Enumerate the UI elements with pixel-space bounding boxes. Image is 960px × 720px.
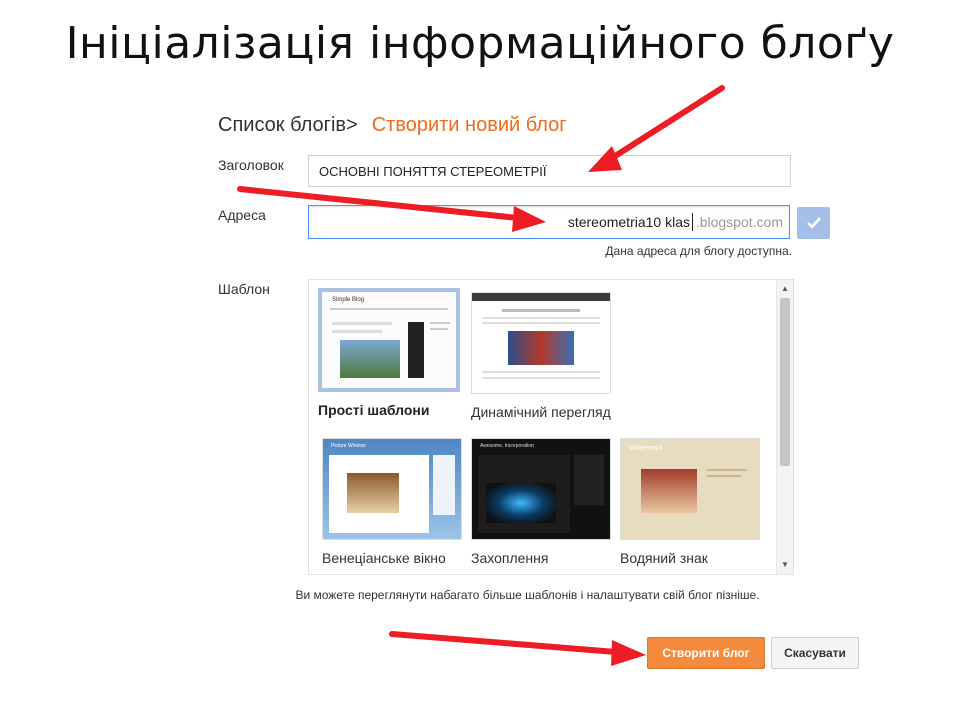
template-picture-window[interactable]: Picture Window Венеціанське вікно	[322, 438, 462, 566]
text-caret	[692, 213, 693, 231]
template-name: Прості шаблони	[318, 402, 430, 418]
template-name: Венеціанське вікно	[322, 550, 446, 566]
scroll-thumb[interactable]	[780, 298, 790, 466]
template-watermark[interactable]: Watermark Водяний знак	[620, 438, 760, 566]
template-thumbnail: Awesome, Incorporation	[471, 438, 611, 540]
address-availability-message: Дана адреса для блогу доступна.	[605, 244, 792, 258]
address-check-button[interactable]	[797, 207, 830, 239]
breadcrumb: Список блогів> Створити новий блог	[218, 114, 567, 137]
template-dynamic-views[interactable]: Динамічний перегляд	[471, 292, 611, 420]
thumb-title: Watermark	[629, 445, 663, 452]
thumb-title: Picture Window	[331, 443, 366, 449]
cancel-button[interactable]: Скасувати	[771, 637, 859, 669]
template-thumbnail	[471, 292, 611, 394]
address-suffix: .blogspot.com	[695, 214, 783, 230]
title-label: Заголовок	[218, 157, 284, 173]
template-hint: Ви можете переглянути набагато більше ша…	[295, 588, 760, 602]
address-value: stereometria10 klas	[567, 214, 690, 230]
template-simple[interactable]: Simple Blog Прості шаблони	[318, 288, 460, 418]
template-awesome-inc[interactable]: Awesome, Incorporation Захоплення	[471, 438, 611, 566]
template-name: Водяний знак	[620, 550, 708, 566]
template-thumbnail: Simple Blog	[318, 288, 460, 392]
template-thumbnail: Watermark	[620, 438, 760, 540]
slide-title: Ініціалізація інформаційного блоґу	[65, 18, 895, 69]
scroll-up-icon[interactable]: ▲	[777, 282, 793, 296]
template-label: Шаблон	[218, 281, 270, 297]
thumb-title: Awesome, Incorporation	[480, 443, 534, 449]
address-label: Адреса	[218, 207, 266, 223]
thumb-title: Simple Blog	[332, 297, 365, 303]
breadcrumb-current: Створити новий блог	[371, 114, 567, 136]
scroll-down-icon[interactable]: ▼	[777, 558, 793, 572]
checkmark-icon	[806, 217, 821, 229]
template-name: Динамічний перегляд	[471, 404, 611, 420]
arrow-to-create-button	[389, 631, 646, 666]
template-scrollbar[interactable]: ▲ ▼	[776, 280, 793, 574]
title-input[interactable]	[308, 155, 791, 187]
template-name: Захоплення	[471, 550, 549, 566]
template-thumbnail: Picture Window	[322, 438, 462, 540]
address-input[interactable]: stereometria10 klas .blogspot.com	[308, 205, 790, 239]
template-gallery: Simple Blog Прості шаблони Динамічний пе…	[308, 279, 794, 575]
create-blog-button[interactable]: Створити блог	[647, 637, 765, 669]
breadcrumb-blog-list-link[interactable]: Список блогів>	[218, 114, 358, 136]
